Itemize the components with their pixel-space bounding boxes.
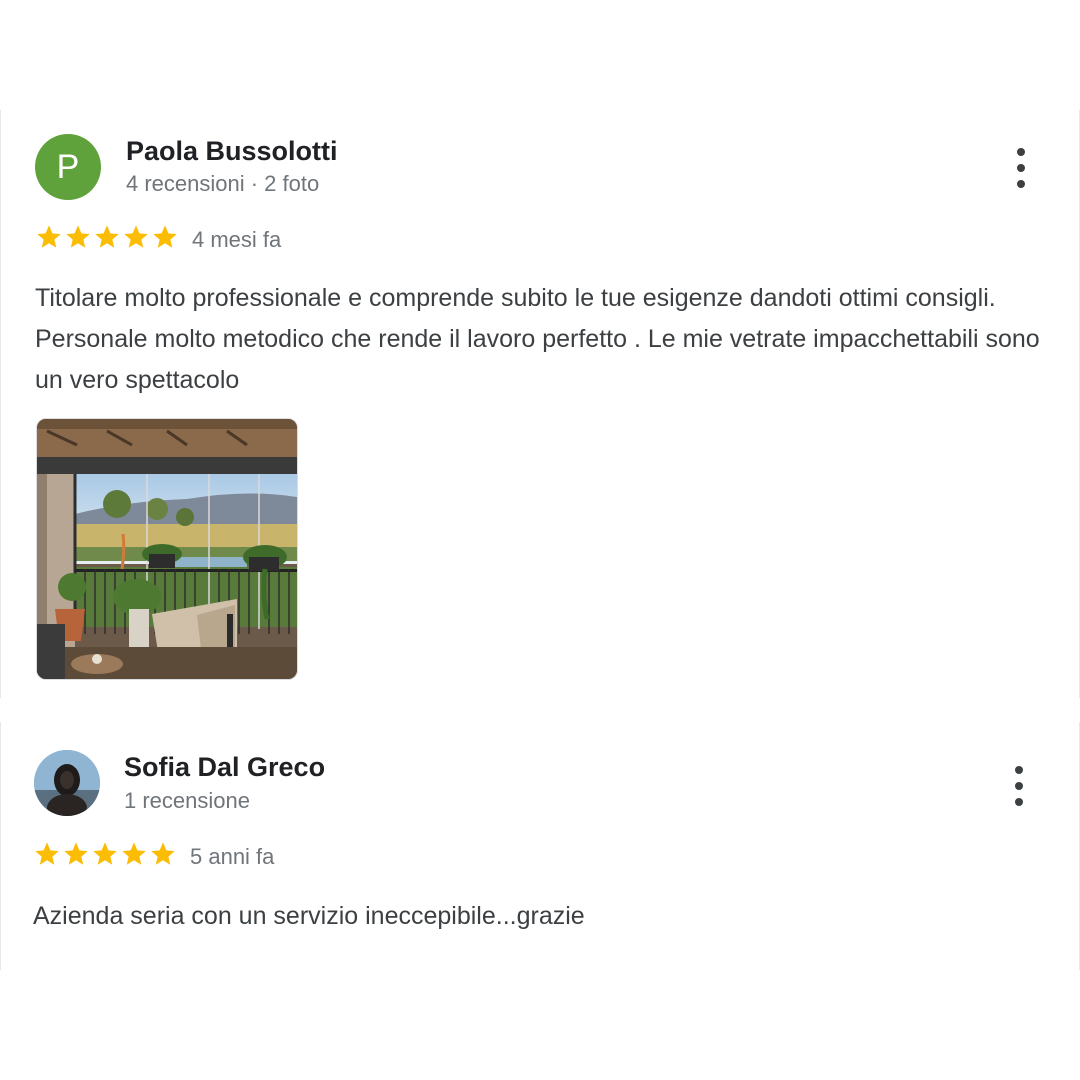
star-rating (35, 223, 180, 251)
avatar[interactable] (34, 750, 100, 816)
more-vert-icon[interactable] (1007, 766, 1031, 806)
star-icon (151, 842, 175, 865)
star-icon (153, 225, 177, 248)
reviewer-name[interactable]: Sofia Dal Greco (124, 752, 325, 783)
star-icon (66, 225, 90, 248)
review-time: 5 anni fa (190, 844, 275, 869)
reviewer-meta: 1 recensione (124, 788, 250, 813)
reviewer-meta: 4 recensioni · 2 foto (126, 171, 320, 196)
veranda-photo (37, 419, 297, 679)
avatar-photo (34, 750, 100, 816)
star-icon (93, 842, 117, 865)
star-icon (124, 225, 148, 248)
review-card: Sofia Dal Greco 1 recensione 5 anni fa A… (0, 722, 1080, 970)
review-text: Azienda seria con un servizio ineccepibi… (33, 902, 585, 930)
star-rating (33, 840, 178, 868)
star-icon (95, 225, 119, 248)
reviewer-name[interactable]: Paola Bussolotti (126, 136, 338, 167)
avatar-letter: P (56, 147, 80, 186)
star-icon (37, 225, 61, 248)
more-vert-icon[interactable] (1009, 148, 1033, 188)
review-text: Titolare molto professionale e comprende… (35, 284, 1040, 394)
review-time: 4 mesi fa (192, 227, 282, 252)
star-icon (35, 842, 59, 865)
review-photo[interactable] (36, 418, 298, 680)
review-card: P Paola Bussolotti 4 recensioni · 2 foto… (0, 110, 1080, 698)
avatar[interactable]: P (35, 134, 101, 200)
star-icon (64, 842, 88, 865)
star-icon (122, 842, 146, 865)
